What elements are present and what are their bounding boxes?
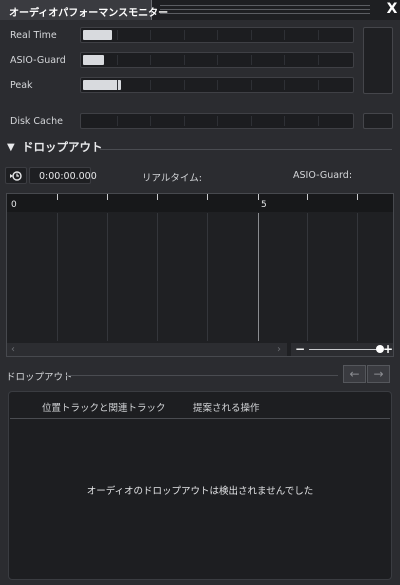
meter-tick <box>251 80 252 90</box>
asio-guard-label: ASIO-Guard <box>10 55 66 66</box>
previous-dropout-button[interactable]: ← <box>343 365 366 383</box>
real-time-meter <box>80 27 354 43</box>
close-button[interactable]: X <box>384 1 400 17</box>
arrow-left-icon: ← <box>349 367 360 381</box>
section-divider <box>100 149 392 150</box>
ruler-label-0: 0 <box>11 200 17 210</box>
meter-tick <box>184 80 185 90</box>
list-header-divider <box>10 418 390 419</box>
timeline-ruler[interactable]: 0 5 <box>7 194 393 212</box>
next-dropout-button[interactable]: → <box>367 365 390 383</box>
asio-guard-meter <box>80 52 354 68</box>
dropout-section-title: ドロップアウト <box>22 140 103 154</box>
collapse-arrow-icon[interactable]: ▼ <box>7 142 15 153</box>
meter-tick <box>150 116 151 126</box>
column-header-location[interactable]: 位置トラックと関連トラック <box>42 400 166 414</box>
window-title: オーディオパフォーマンスモニター <box>9 8 169 19</box>
meter-tick <box>318 116 319 126</box>
empty-message: オーディオのドロップアウトは検出されませんでした <box>86 486 314 497</box>
overload-indicator[interactable] <box>363 27 393 94</box>
real-time-fill <box>83 30 112 40</box>
zoom-in-icon[interactable]: + <box>383 342 393 356</box>
realtime-status-label: リアルタイム: <box>142 173 202 184</box>
clock-icon <box>10 171 22 181</box>
column-header-action[interactable]: 提案される操作 <box>193 400 260 414</box>
peak-meter <box>80 77 354 93</box>
dropout-list-label: ドロップアウト <box>6 372 73 383</box>
meter-tick <box>117 30 118 40</box>
meter-tick <box>184 30 185 40</box>
meter-tick <box>217 55 218 65</box>
meter-tick <box>251 55 252 65</box>
meter-tick <box>217 80 218 90</box>
meter-tick <box>117 116 118 126</box>
list-divider <box>66 375 338 376</box>
meter-tick <box>184 55 185 65</box>
meter-tick <box>284 80 285 90</box>
meter-tick <box>117 55 118 65</box>
scroll-right-icon[interactable]: › <box>277 343 281 356</box>
peak-fill <box>83 80 121 90</box>
meter-tick <box>184 116 185 126</box>
real-time-label: Real Time <box>10 30 57 41</box>
disk-cache-meter <box>80 113 354 129</box>
meter-tick <box>284 30 285 40</box>
dropout-navigation: ← → <box>343 365 390 383</box>
meter-tick <box>284 116 285 126</box>
time-value: 0:00:00.000 <box>39 171 97 182</box>
meter-tick <box>217 30 218 40</box>
peak-label: Peak <box>10 80 33 91</box>
ruler-label-5: 5 <box>261 200 267 210</box>
meter-tick <box>284 55 285 65</box>
disk-cache-label: Disk Cache <box>10 116 63 127</box>
scroll-left-icon[interactable]: ‹ <box>11 343 15 356</box>
meter-tick <box>117 80 118 90</box>
disk-overload-indicator[interactable] <box>363 113 393 129</box>
meter-tick <box>251 30 252 40</box>
meter-tick <box>217 116 218 126</box>
asio-guard-status-label: ASIO-Guard: <box>293 170 353 181</box>
zoom-out-icon[interactable]: − <box>295 342 305 356</box>
time-display: 0:00:00.000 <box>29 167 97 184</box>
meter-tick <box>251 116 252 126</box>
title-decoration <box>160 4 370 16</box>
meter-tick <box>150 80 151 90</box>
meter-tick <box>318 30 319 40</box>
zoom-slider[interactable]: − + <box>291 342 393 356</box>
meter-tick <box>318 55 319 65</box>
meter-tick <box>150 55 151 65</box>
asio-guard-fill <box>83 55 104 65</box>
meter-tick <box>150 30 151 40</box>
dropout-graph[interactable]: 0 5 ‹ › − + <box>6 193 394 357</box>
zoom-track[interactable] <box>309 349 379 350</box>
reset-time-button[interactable] <box>5 167 27 184</box>
meter-tick <box>318 80 319 90</box>
arrow-right-icon: → <box>373 367 384 381</box>
horizontal-scrollbar[interactable]: ‹ › <box>7 343 287 356</box>
